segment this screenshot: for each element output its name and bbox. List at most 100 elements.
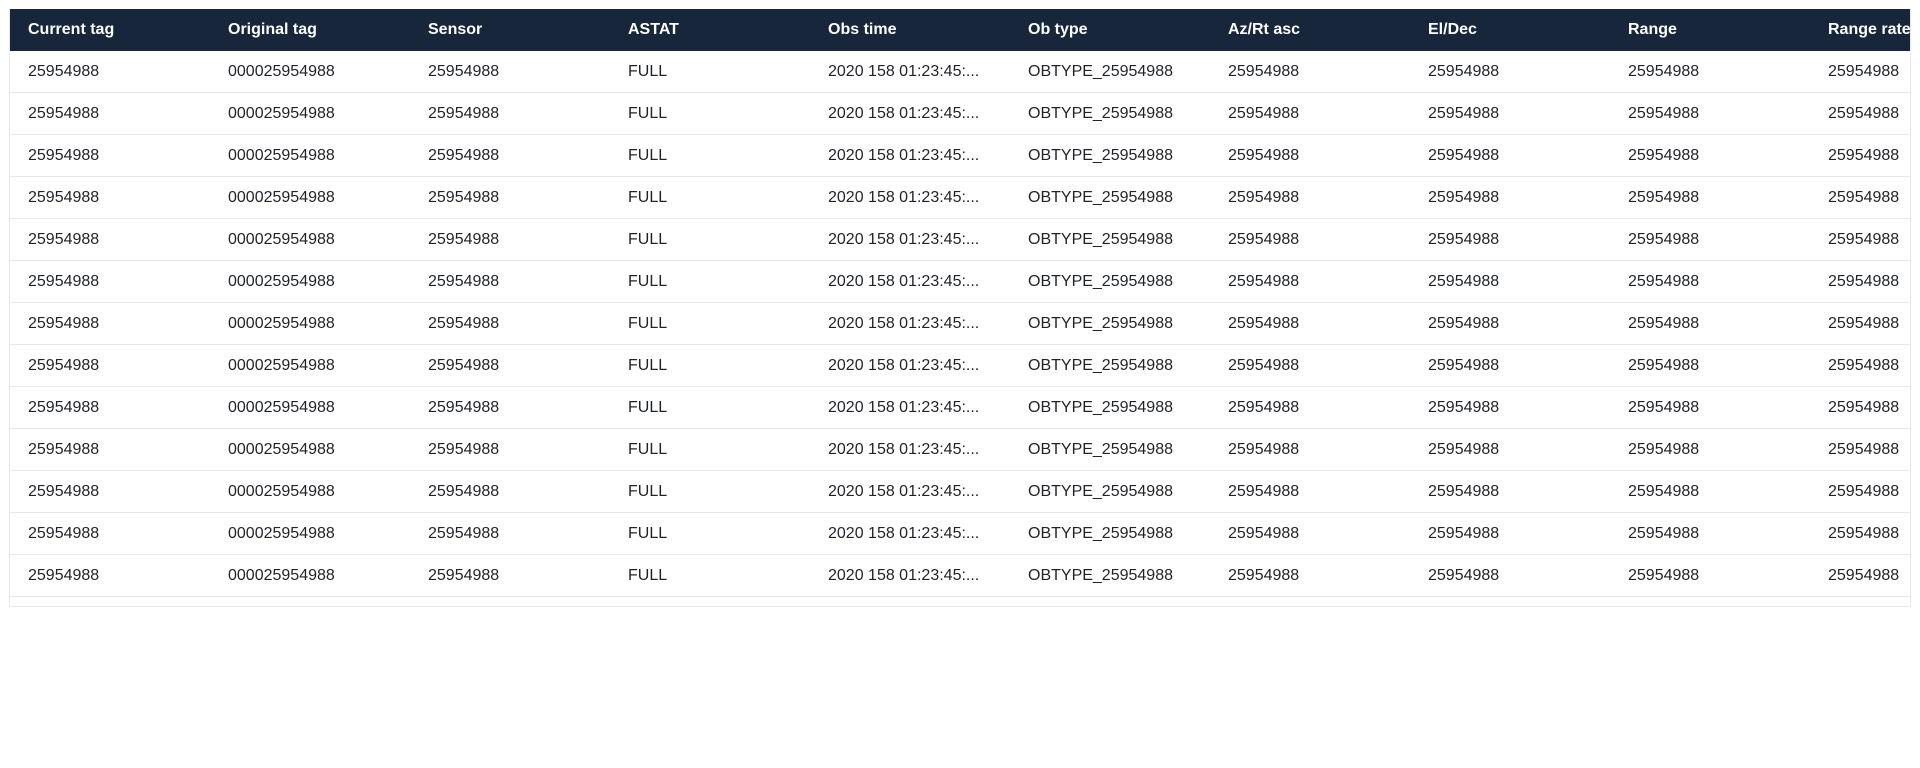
cell-az-rt-asc: 25954988 (1228, 441, 1300, 458)
cell-sensor: 25954988 (428, 525, 500, 542)
cell-current-tag: 25954988 (28, 483, 100, 500)
column-header-ob-type[interactable]: Ob type (1010, 9, 1210, 51)
cell-ob-type: OBTYPE_25954988 (1028, 231, 1173, 248)
column-header-current-tag[interactable]: Current tag (10, 9, 210, 51)
cell-obs-time: 2020 158 01:23:45:... (828, 63, 980, 80)
cell-range-rate: 25954988 (1828, 63, 1900, 80)
cell-original-tag: 000025954988 (228, 483, 335, 500)
cell-original-tag: 000025954988 (228, 189, 335, 206)
cell-original-tag: 000025954988 (228, 525, 335, 542)
cell-el-dec: 25954988 (1428, 231, 1500, 248)
cell-el-dec: 25954988 (1428, 315, 1500, 332)
cell-el-dec: 25954988 (1428, 147, 1500, 164)
cell-range: 25954988 (1628, 357, 1700, 374)
table-row[interactable]: 25954988 000025954988 25954988 FULL 2020 158… (10, 513, 1910, 555)
cell-az-rt-asc: 25954988 (1228, 105, 1300, 122)
cell-astat: FULL (628, 105, 668, 122)
cell-ob-type: OBTYPE_25954988 (1028, 357, 1173, 374)
cell-astat: FULL (628, 315, 668, 332)
cell-astat: FULL (628, 525, 668, 542)
cell-obs-time: 2020 158 01:23:45:... (828, 315, 980, 332)
table-row[interactable]: 25954988 000025954988 25954988 FULL 2020 158… (10, 303, 1910, 345)
cell-current-tag: 25954988 (28, 357, 100, 374)
cell-obs-time: 2020 158 01:23:45:... (828, 189, 980, 206)
cell-az-rt-asc: 25954988 (1228, 399, 1300, 416)
cell-obs-time: 2020 158 01:23:45:... (828, 483, 980, 500)
column-header-range[interactable]: Range (1610, 9, 1810, 51)
cell-sensor: 25954988 (428, 357, 500, 374)
cell-az-rt-asc: 25954988 (1228, 273, 1300, 290)
cell-astat: FULL (628, 63, 668, 80)
cell-original-tag: 000025954988 (228, 273, 335, 290)
cell-ob-type: OBTYPE_25954988 (1028, 105, 1173, 122)
cell-current-tag: 25954988 (28, 189, 100, 206)
cell-el-dec: 25954988 (1428, 105, 1500, 122)
cell-original-tag: 000025954988 (228, 399, 335, 416)
cell-ob-type: OBTYPE_25954988 (1028, 525, 1173, 542)
cell-range-rate: 25954988 (1828, 273, 1900, 290)
cell-az-rt-asc: 25954988 (1228, 567, 1300, 584)
table-row[interactable]: 25954988 000025954988 25954988 FULL 2020 158… (10, 471, 1910, 513)
cell-astat: FULL (628, 147, 668, 164)
cell-range: 25954988 (1628, 525, 1700, 542)
column-header-el-dec[interactable]: El/Dec (1410, 9, 1610, 51)
cell-current-tag: 25954988 (28, 231, 100, 248)
cell-az-rt-asc: 25954988 (1228, 483, 1300, 500)
cell-sensor: 25954988 (428, 105, 500, 122)
cell-range: 25954988 (1628, 315, 1700, 332)
cell-ob-type: OBTYPE_25954988 (1028, 273, 1173, 290)
table-row[interactable]: 25954988 000025954988 25954988 FULL 2020 158… (10, 387, 1910, 429)
cell-current-tag: 25954988 (28, 525, 100, 542)
cell-az-rt-asc: 25954988 (1228, 189, 1300, 206)
cell-sensor: 25954988 (428, 63, 500, 80)
column-header-astat[interactable]: ASTAT (610, 9, 810, 51)
cell-sensor: 25954988 (428, 231, 500, 248)
cell-az-rt-asc: 25954988 (1228, 63, 1300, 80)
cell-obs-time: 2020 158 01:23:45:... (828, 147, 980, 164)
cell-sensor: 25954988 (428, 315, 500, 332)
cell-original-tag: 000025954988 (228, 231, 335, 248)
cell-ob-type: OBTYPE_25954988 (1028, 315, 1173, 332)
table-row[interactable]: 25954988 000025954988 25954988 FULL 2020 158… (10, 219, 1910, 261)
cell-astat: FULL (628, 567, 668, 584)
table-row[interactable]: 25954988 000025954988 25954988 FULL 2020 158… (10, 555, 1910, 597)
cell-astat: FULL (628, 483, 668, 500)
cell-ob-type: OBTYPE_25954988 (1028, 147, 1173, 164)
cell-az-rt-asc: 25954988 (1228, 525, 1300, 542)
cell-original-tag: 000025954988 (228, 441, 335, 458)
cell-ob-type: OBTYPE_25954988 (1028, 441, 1173, 458)
cell-az-rt-asc: 25954988 (1228, 315, 1300, 332)
table-row[interactable]: 25954988 000025954988 25954988 FULL 2020 158… (10, 429, 1910, 471)
column-header-original-tag[interactable]: Original tag (210, 9, 410, 51)
table-row[interactable]: 25954988 000025954988 25954988 FULL 2020 158… (10, 93, 1910, 135)
cell-astat: FULL (628, 357, 668, 374)
cell-sensor: 25954988 (428, 189, 500, 206)
cell-range-rate: 25954988 (1828, 147, 1900, 164)
cell-original-tag: 000025954988 (228, 357, 335, 374)
column-header-obs-time[interactable]: Obs time (810, 9, 1010, 51)
table-row[interactable]: 25954988 000025954988 25954988 FULL 2020 158… (10, 345, 1910, 387)
cell-current-tag: 25954988 (28, 567, 100, 584)
column-header-range-rate[interactable]: Range rate (1810, 9, 1910, 51)
cell-obs-time: 2020 158 01:23:45:... (828, 231, 980, 248)
table-row[interactable]: 25954988 000025954988 25954988 FULL 2020 158… (10, 177, 1910, 219)
cell-ob-type: OBTYPE_25954988 (1028, 63, 1173, 80)
cell-range-rate: 25954988 (1828, 567, 1900, 584)
table-row[interactable]: 25954988 000025954988 25954988 FULL 2020 158… (10, 51, 1910, 93)
cell-original-tag: 000025954988 (228, 147, 335, 164)
observations-table: Current tag Original tag Sensor ASTAT Ob… (9, 9, 1911, 607)
cell-range-rate: 25954988 (1828, 231, 1900, 248)
cell-el-dec: 25954988 (1428, 63, 1500, 80)
cell-obs-time: 2020 158 01:23:45:... (828, 567, 980, 584)
cell-original-tag: 000025954988 (228, 315, 335, 332)
cell-sensor: 25954988 (428, 483, 500, 500)
column-header-az-rt-asc[interactable]: Az/Rt asc (1210, 9, 1410, 51)
table-row[interactable]: 25954988 000025954988 25954988 FULL 2020 158… (10, 261, 1910, 303)
column-header-sensor[interactable]: Sensor (410, 9, 610, 51)
table-row[interactable]: 25954988 000025954988 25954988 FULL 2020 158… (10, 135, 1910, 177)
cell-el-dec: 25954988 (1428, 567, 1500, 584)
cell-el-dec: 25954988 (1428, 357, 1500, 374)
cell-el-dec: 25954988 (1428, 525, 1500, 542)
cell-range: 25954988 (1628, 147, 1700, 164)
cell-current-tag: 25954988 (28, 399, 100, 416)
